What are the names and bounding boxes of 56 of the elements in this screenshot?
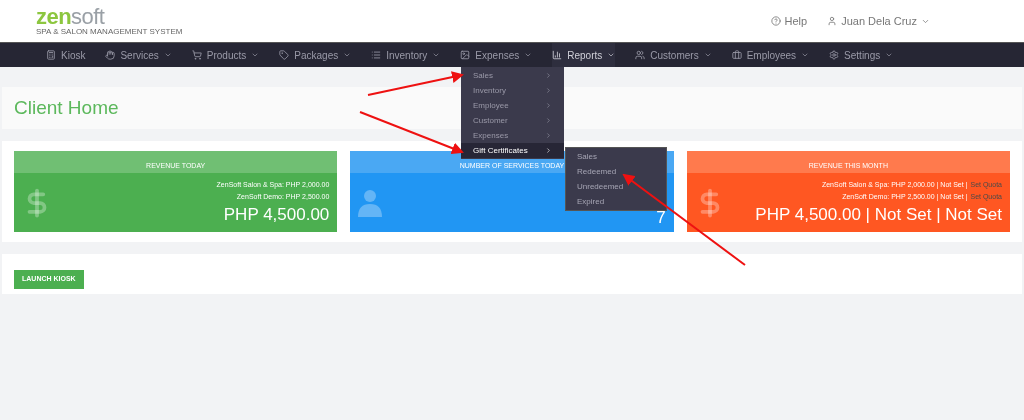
chevron-right-icon (545, 87, 552, 94)
caret-icon (251, 51, 260, 59)
users-icon (635, 50, 646, 60)
nav-item[interactable]: Kiosk (46, 43, 86, 67)
caret-icon (432, 51, 441, 59)
chevron-right-icon (545, 147, 552, 154)
help-icon (770, 16, 781, 26)
nav-item[interactable]: Customers (635, 43, 712, 67)
chevron-right-icon (545, 102, 552, 109)
image-icon (460, 50, 471, 60)
caret-icon (163, 51, 172, 59)
settings-icon (829, 50, 840, 60)
nav-item[interactable]: Services (105, 43, 172, 67)
nav-item[interactable]: Reports (552, 43, 616, 67)
caret-icon (801, 51, 810, 59)
caret-icon (524, 51, 533, 59)
card-total: PHP 4,500.00 | Not Set | Not Set (755, 203, 1002, 226)
nav-item[interactable]: Employees (731, 43, 810, 67)
dropdown-item[interactable]: Gift Certificates (461, 143, 564, 158)
submenu-item[interactable]: Unredeemed (566, 179, 666, 194)
chevron-right-icon (545, 72, 552, 79)
briefcase-icon (731, 50, 742, 60)
chevron-right-icon (545, 132, 552, 139)
submenu-item[interactable]: Sales (566, 149, 666, 164)
card-total: PHP 4,500.00 (223, 203, 330, 226)
nav-item[interactable]: Settings (829, 43, 894, 67)
card-total: 7 (656, 207, 666, 229)
submenu-item[interactable]: Expired (566, 194, 666, 209)
user-menu[interactable]: Juan Dela Cruz (827, 12, 930, 30)
dropdown-item[interactable]: Customer (461, 113, 564, 128)
tag-icon (279, 50, 290, 60)
logo-tagline: SPA & SALON MANAGEMENT SYSTEM (36, 28, 183, 36)
nav-item[interactable]: Products (191, 43, 260, 67)
nav-item[interactable]: Inventory (371, 43, 441, 67)
page-title: Client Home (14, 95, 119, 120)
hand-icon (105, 50, 116, 60)
user-icon (827, 16, 838, 26)
chevron-right-icon (545, 117, 552, 124)
logo: zensoft (36, 6, 106, 28)
caret-icon (703, 51, 712, 59)
calculator-icon (46, 50, 56, 60)
cart-icon (191, 50, 202, 60)
submenu-item[interactable]: Redeemed (566, 164, 666, 179)
list-icon (371, 50, 382, 60)
dropdown-item[interactable]: Expenses (461, 128, 564, 143)
person-icon (358, 188, 383, 217)
nav-item[interactable]: Expenses (460, 43, 533, 67)
nav-item[interactable]: Packages (279, 43, 352, 67)
dropdown-item[interactable]: Inventory (461, 83, 564, 98)
bar-chart-icon (552, 50, 563, 60)
caret-icon (885, 51, 894, 59)
dropdown-item[interactable]: Employee (461, 98, 564, 113)
caret-icon (607, 51, 616, 59)
caret-icon (343, 51, 352, 59)
help-link[interactable]: Help (770, 12, 808, 30)
dropdown-item[interactable]: Sales (461, 68, 564, 83)
